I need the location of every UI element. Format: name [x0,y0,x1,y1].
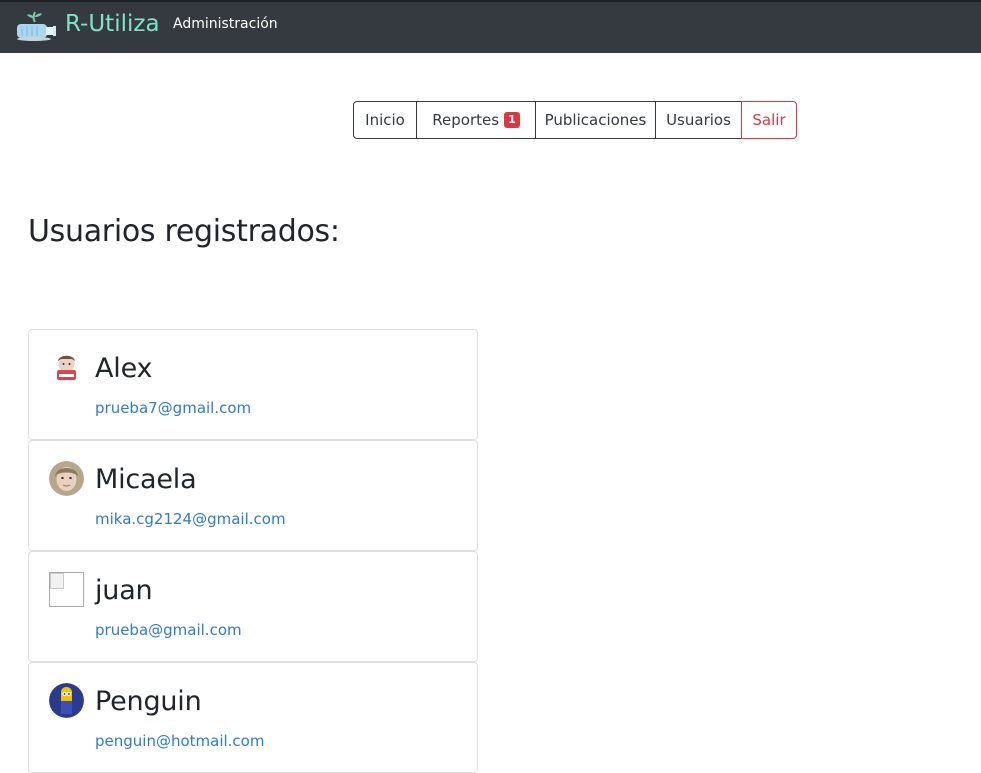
nav-link-administracion[interactable]: Administración [173,15,278,33]
user-name: Micaela [95,464,197,495]
user-avatar-icon [49,461,84,496]
main-nav-button-group: Inicio Reportes 1 Publicaciones Usuarios… [353,101,797,139]
user-card: Micaela mika.cg2124@gmail.com [28,440,478,551]
user-email-link[interactable]: prueba7@gmail.com [95,399,251,417]
usuarios-button[interactable]: Usuarios [655,101,742,139]
user-card: juan prueba@gmail.com [28,551,478,662]
user-email-link[interactable]: penguin@hotmail.com [95,732,264,750]
top-navbar: R-Utiliza Administración [0,0,981,53]
broken-image-icon [49,572,84,607]
inicio-button[interactable]: Inicio [353,101,417,139]
publicaciones-button-label: Publicaciones [544,111,647,129]
user-name: Alex [95,353,153,384]
user-card: Alex prueba7@gmail.com [28,329,478,440]
salir-button-label: Salir [752,111,786,129]
user-name: Penguin [95,686,202,717]
reportes-button[interactable]: Reportes 1 [416,101,536,139]
user-email-link[interactable]: mika.cg2124@gmail.com [95,510,286,528]
user-name: juan [95,575,153,606]
user-email-link[interactable]: prueba@gmail.com [95,621,242,639]
publicaciones-button[interactable]: Publicaciones [535,101,656,139]
reportes-count-badge: 1 [504,112,520,128]
user-avatar-icon [49,350,84,385]
brand-name[interactable]: R-Utiliza [65,10,160,38]
inicio-button-label: Inicio [365,111,405,129]
usuarios-button-label: Usuarios [666,111,731,129]
user-card: Penguin penguin@hotmail.com [28,662,478,773]
user-avatar-icon [49,683,84,718]
recycle-bottle-logo-icon[interactable] [14,8,58,42]
page-title: Usuarios registrados: [28,214,340,249]
broken-image-corner [50,573,64,589]
salir-button[interactable]: Salir [741,101,797,139]
reportes-button-label: Reportes [432,111,500,129]
